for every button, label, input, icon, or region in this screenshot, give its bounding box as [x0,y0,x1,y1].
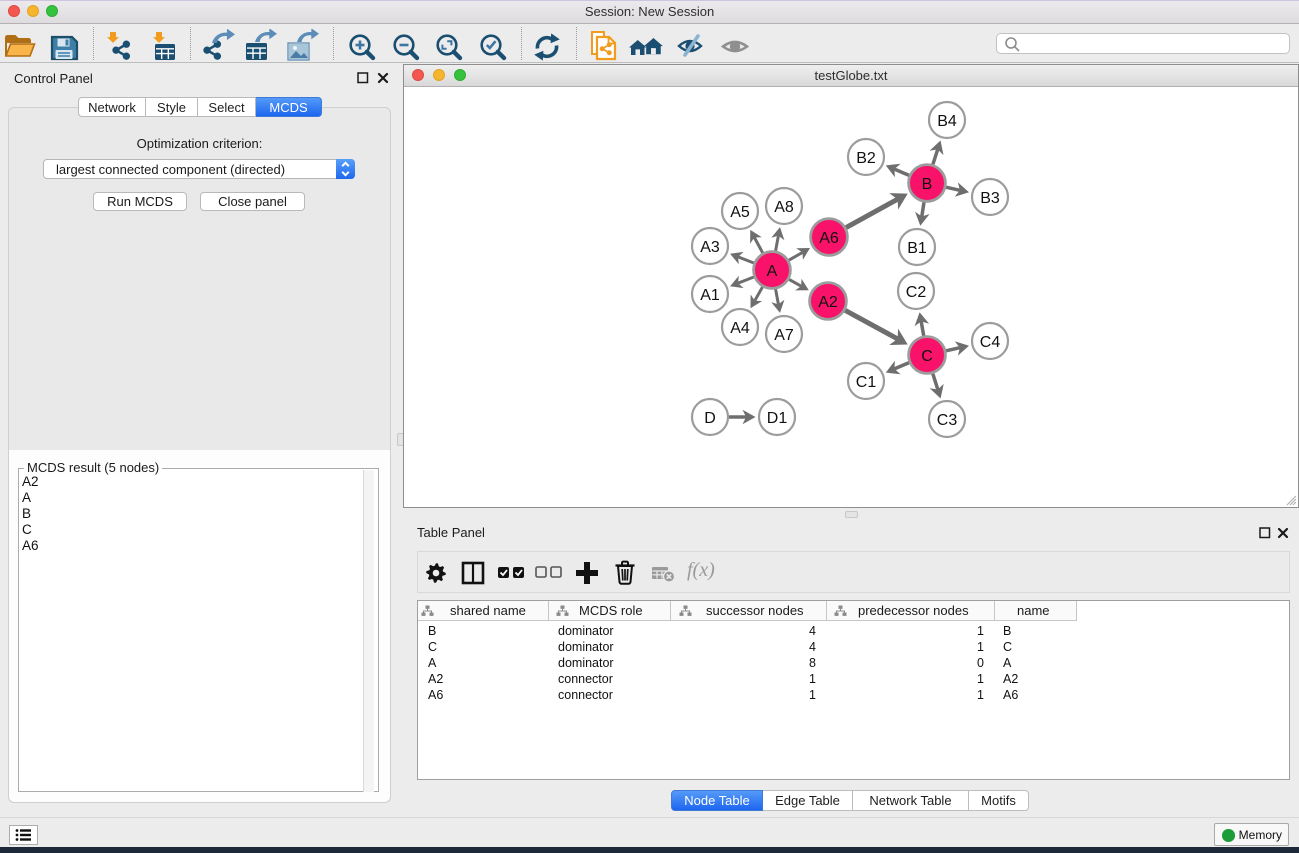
svg-text:A2: A2 [818,294,838,311]
svg-text:A4: A4 [730,320,750,337]
svg-text:C2: C2 [906,284,927,301]
svg-text:D1: D1 [767,410,788,427]
svg-text:B1: B1 [907,240,927,257]
svg-text:B4: B4 [937,113,957,130]
svg-text:A1: A1 [700,287,720,304]
svg-text:C4: C4 [980,334,1001,351]
svg-text:A6: A6 [819,230,839,247]
svg-text:A3: A3 [700,239,720,256]
svg-text:A5: A5 [730,204,750,221]
svg-text:C1: C1 [856,374,877,391]
svg-text:C3: C3 [937,412,958,429]
svg-text:B: B [922,176,933,193]
svg-text:A7: A7 [774,327,794,344]
svg-text:C: C [921,348,933,365]
svg-text:D: D [704,410,716,427]
svg-text:B2: B2 [856,150,876,167]
svg-text:A8: A8 [774,199,794,216]
svg-text:B3: B3 [980,190,1000,207]
svg-text:A: A [767,263,778,280]
